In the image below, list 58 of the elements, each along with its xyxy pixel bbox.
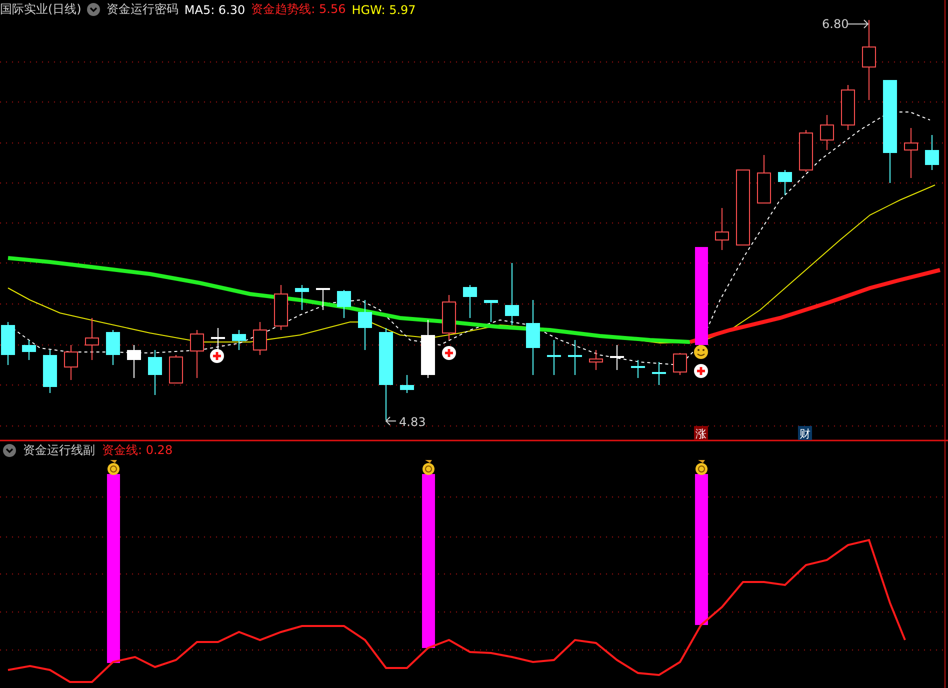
plus-icon: [442, 346, 456, 360]
candlestick: [127, 344, 141, 378]
candlestick: [778, 170, 792, 196]
signal-badge: 涨: [694, 426, 708, 440]
candlestick: [484, 300, 498, 322]
candlestick: [673, 352, 687, 376]
candlestick: [904, 128, 918, 178]
candlestick: [505, 262, 519, 326]
plus-icon: [210, 349, 224, 363]
candlestick: [190, 330, 204, 378]
legend-value: 资金线: 0.28: [102, 442, 173, 459]
candlestick: [253, 322, 267, 356]
smiley-icon: [694, 345, 708, 359]
low-price-annotation: 4.83: [385, 415, 426, 429]
candlestick: [652, 362, 666, 386]
candlestick: [421, 320, 435, 378]
legend-value: MA5: 6.30: [184, 2, 246, 16]
candlestick: [547, 340, 561, 376]
candlestick: [43, 350, 57, 394]
money-bag-icon: [422, 460, 434, 475]
candlestick: [106, 330, 120, 366]
indicator-name: 资金运行线副: [23, 442, 95, 459]
candlestick: [841, 84, 855, 130]
candlestick: [463, 284, 477, 318]
high-price-annotation: 6.80: [822, 17, 869, 31]
candlestick: [442, 294, 456, 340]
candlestick: [295, 284, 309, 310]
candlestick: [232, 330, 246, 350]
candlestick: [316, 288, 330, 310]
candlestick: [820, 114, 834, 150]
candlestick: [169, 354, 183, 384]
candlestick: [568, 340, 582, 376]
candlestick: [337, 290, 351, 318]
candlestick: [64, 344, 78, 380]
plus-icon: [694, 364, 708, 378]
money-bag-icon: [108, 460, 120, 475]
candlestick: [925, 134, 939, 170]
candlestick: [400, 374, 414, 394]
candlestick: [358, 300, 372, 350]
candlestick: [22, 340, 36, 360]
candlestick: [631, 360, 645, 378]
indicator-name: 资金运行密码: [106, 1, 178, 18]
stock-name: 国际实业(日线): [0, 1, 82, 18]
chevron-down-icon[interactable]: [3, 444, 16, 457]
candlestick: [1, 322, 15, 366]
candlestick: [274, 284, 288, 330]
legend-value: 资金趋势线: 5.56: [251, 1, 346, 18]
candlestick: [610, 344, 624, 370]
candlestick: [85, 318, 99, 360]
candlestick: [799, 130, 813, 172]
candlestick: [148, 350, 162, 396]
candlestick: [757, 154, 771, 204]
candlestick: [715, 208, 729, 250]
signal-badge: 财: [798, 426, 812, 440]
chevron-down-icon[interactable]: [87, 3, 100, 16]
money-bag-icon: [696, 460, 708, 475]
legend-value: HGW: 5.97: [352, 2, 416, 16]
candlestick: [589, 350, 603, 370]
